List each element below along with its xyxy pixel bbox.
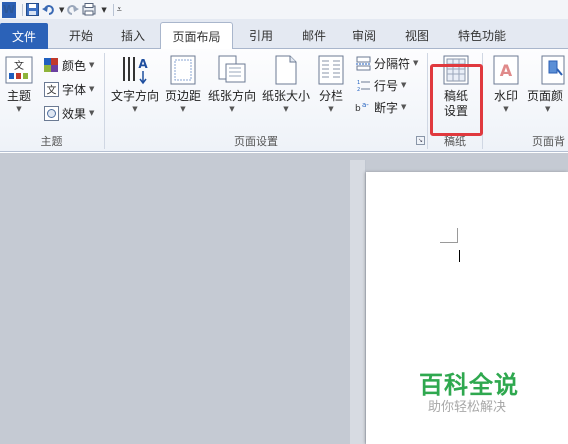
svg-text:文: 文 <box>46 83 56 96</box>
tab-special-features[interactable]: 特色功能 <box>452 22 512 49</box>
columns-icon <box>316 54 346 86</box>
page-background-group-label: 页面背 <box>532 135 565 148</box>
margins-icon <box>168 54 198 86</box>
svg-text:A: A <box>138 57 148 71</box>
orientation-dropdown-icon: ▼ <box>229 105 235 113</box>
orientation-icon <box>217 54 247 86</box>
undo-icon[interactable] <box>42 2 56 18</box>
size-button[interactable]: 纸张大小 ▼ <box>260 54 312 126</box>
effects-button[interactable]: 效果 ▼ <box>43 104 94 122</box>
undo-dropdown-icon[interactable]: ▼ <box>59 2 64 18</box>
line-numbers-label: 行号 <box>374 78 399 93</box>
tab-insert[interactable]: 插入 <box>114 22 152 49</box>
orientation-label: 纸张方向 <box>207 89 256 103</box>
tab-view[interactable]: 视图 <box>398 22 436 49</box>
svg-text:2: 2 <box>357 87 360 93</box>
breaks-label: 分隔符 <box>374 56 411 71</box>
colors-dropdown-icon: ▼ <box>89 61 95 69</box>
svg-text:A: A <box>500 61 513 80</box>
themes-label: 主题 <box>6 89 31 103</box>
qat-separator-2 <box>112 3 114 16</box>
effects-label: 效果 <box>62 106 87 121</box>
text-direction-label: 文字方向 <box>110 89 159 103</box>
watermark-subtitle: 助你轻松解决 <box>428 400 507 415</box>
customize-qat-icon[interactable]: ⩡ <box>117 2 122 18</box>
tab-page-layout[interactable]: 页面布局 <box>160 22 233 50</box>
tab-references[interactable]: 引用 <box>242 22 280 49</box>
line-numbers-button[interactable]: 12 行号 ▼ <box>355 76 407 94</box>
breaks-button[interactable]: 分隔符 ▼ <box>355 54 418 72</box>
size-icon <box>271 54 301 86</box>
effects-dropdown-icon: ▼ <box>89 109 95 117</box>
text-cursor <box>459 250 460 262</box>
group-divider-2 <box>427 53 428 149</box>
line-numbers-dropdown-icon: ▼ <box>401 81 407 89</box>
fonts-button[interactable]: 文 字体 ▼ <box>43 80 94 98</box>
size-dropdown-icon: ▼ <box>283 105 289 113</box>
effects-icon <box>43 105 59 121</box>
colors-button[interactable]: 颜色 ▼ <box>43 56 94 74</box>
page-color-dropdown-icon: ▼ <box>545 105 551 113</box>
text-direction-button[interactable]: A 文字方向 ▼ <box>109 54 161 126</box>
fonts-icon: 文 <box>43 81 59 97</box>
quick-access-toolbar: W ▼ ▼ ⩡ <box>0 0 568 19</box>
hyphenation-dropdown-icon: ▼ <box>401 103 407 111</box>
watermark-icon: A <box>491 54 521 86</box>
text-direction-dropdown-icon: ▼ <box>132 105 138 113</box>
columns-button[interactable]: 分栏 ▼ <box>316 54 346 126</box>
page-color-button[interactable]: 页面颜 ▼ <box>527 54 568 126</box>
breaks-icon <box>355 55 371 71</box>
print-preview-dropdown-icon[interactable]: ▼ <box>101 2 106 18</box>
text-direction-icon: A <box>120 54 150 86</box>
svg-text:文: 文 <box>14 59 24 72</box>
tab-review[interactable]: 审阅 <box>345 22 383 49</box>
themes-icon: 文 <box>4 54 34 86</box>
columns-dropdown-icon: ▼ <box>328 105 334 113</box>
watermark-logo-text: 百科全说 <box>419 371 519 399</box>
margin-crop-mark <box>440 242 458 243</box>
themes-dropdown-icon: ▼ <box>16 105 22 113</box>
line-numbers-icon: 12 <box>355 77 371 93</box>
themes-button[interactable]: 文 主题 ▼ <box>3 54 35 126</box>
svg-text:a-: a- <box>362 101 369 109</box>
orientation-button[interactable]: 纸张方向 ▼ <box>206 54 258 126</box>
word-app-icon[interactable]: W <box>2 1 16 18</box>
watermark-label: 水印 <box>493 89 518 103</box>
page-setup-group-label: 页面设置 <box>234 135 278 148</box>
print-preview-icon[interactable] <box>82 2 98 18</box>
margins-label: 页边距 <box>164 89 201 103</box>
watermark-button[interactable]: A 水印 ▼ <box>489 54 523 126</box>
page-color-label: 页面颜 <box>527 89 564 103</box>
hyphenation-button[interactable]: b a- 断字 ▼ <box>355 98 406 116</box>
tab-home[interactable]: 开始 <box>62 22 100 49</box>
page-setup-launcher-icon[interactable]: ↘ <box>416 136 425 145</box>
themes-group-label: 主题 <box>40 135 63 148</box>
fonts-label: 字体 <box>62 82 87 97</box>
save-icon[interactable] <box>26 2 39 18</box>
hyphenation-icon: b a- <box>355 99 371 115</box>
columns-label: 分栏 <box>318 89 343 103</box>
watermark-dropdown-icon: ▼ <box>503 105 509 113</box>
breaks-dropdown-icon: ▼ <box>413 59 419 67</box>
colors-label: 颜色 <box>62 58 87 73</box>
tab-file[interactable]: 文件 <box>0 23 48 49</box>
hyphenation-label: 断字 <box>374 100 399 115</box>
margins-button[interactable]: 页边距 ▼ <box>163 54 203 126</box>
group-divider <box>104 53 105 149</box>
highlight-box <box>430 64 483 136</box>
svg-text:b: b <box>355 104 361 114</box>
fonts-dropdown-icon: ▼ <box>89 85 95 93</box>
colors-icon <box>43 57 59 73</box>
redo-icon[interactable] <box>67 2 80 18</box>
svg-text:1: 1 <box>357 80 360 86</box>
size-label: 纸张大小 <box>261 89 310 103</box>
margins-dropdown-icon: ▼ <box>180 105 186 113</box>
tab-mailings[interactable]: 邮件 <box>295 22 333 49</box>
page-color-icon <box>539 54 568 86</box>
margin-crop-mark-vertical <box>457 228 458 243</box>
qat-separator <box>22 3 23 16</box>
ribbon-tabs: 文件 开始 插入 页面布局 引用 邮件 审阅 视图 特色功能 <box>0 19 568 50</box>
vertical-ruler <box>350 160 366 444</box>
